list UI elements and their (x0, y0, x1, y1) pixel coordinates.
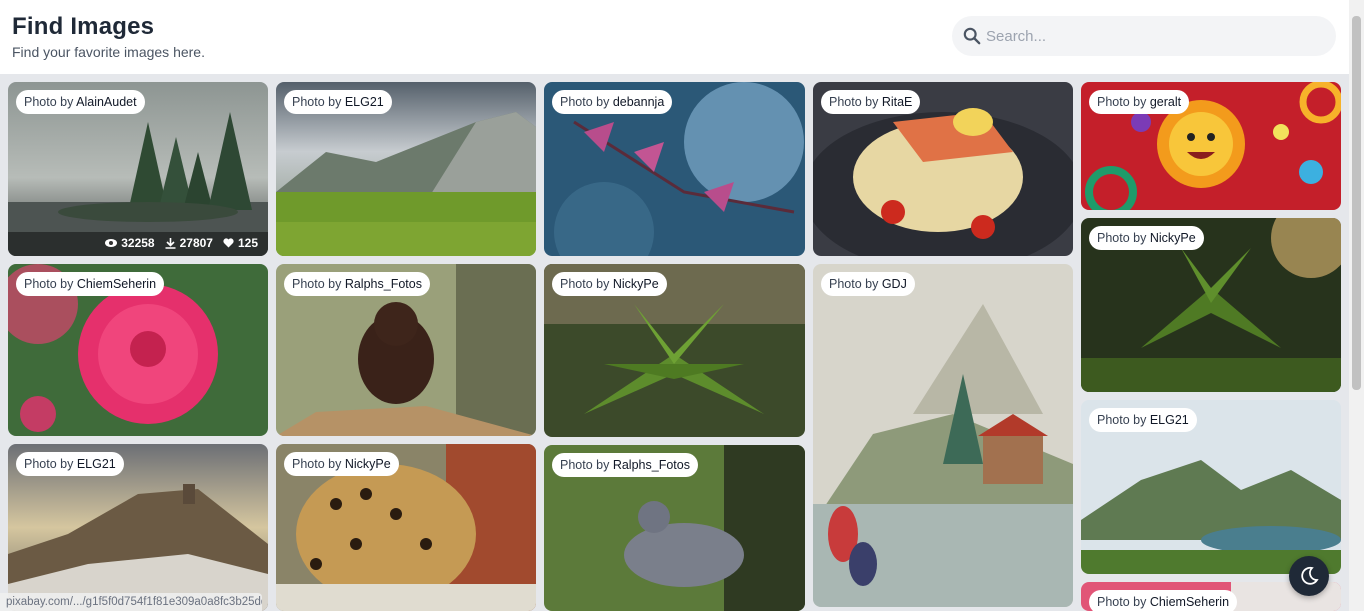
photo-credit-badge: Photo by Ralphs_Fotos (552, 453, 698, 477)
photo-author: ELG21 (344, 95, 384, 109)
eye-icon (105, 239, 118, 247)
photo-author: geralt (1149, 95, 1182, 109)
image-card[interactable]: Photo by AlainAudet 32258 27807 125 (8, 82, 268, 256)
page-header: Find Images Find your favorite images he… (0, 0, 1349, 74)
photo-credit-badge: Photo by ChiemSeherin (16, 272, 165, 296)
photo-credit-badge: Photo by NickyPe (552, 272, 667, 296)
theme-toggle-button[interactable] (1289, 556, 1329, 596)
photo-author: GDJ (881, 277, 907, 291)
image-card[interactable]: Photo by ChiemSeherin (8, 264, 268, 436)
search-icon (962, 26, 982, 46)
image-stats: 32258 27807 125 (105, 236, 258, 250)
downloads-stat: 27807 (165, 236, 213, 250)
photo-credit-badge: Photo by geralt (1089, 90, 1190, 114)
photo-credit-badge: Photo by ELG21 (16, 452, 124, 476)
photo-author: ELG21 (76, 457, 116, 471)
download-icon (165, 237, 176, 249)
photo-author: ChiemSeherin (1149, 595, 1230, 609)
photo-author: ELG21 (1149, 413, 1189, 427)
scrollbar-thumb[interactable] (1352, 16, 1361, 390)
page-subtitle: Find your favorite images here. (12, 44, 205, 60)
photo-author: Ralphs_Fotos (612, 458, 690, 472)
image-card[interactable]: Photo by GDJ (813, 264, 1073, 607)
photo-author: RitaE (881, 95, 913, 109)
photo-author: NickyPe (344, 457, 391, 471)
photo-credit-badge: Photo by GDJ (821, 272, 915, 296)
image-card[interactable]: Photo by ELG21 (8, 444, 268, 611)
photo-painted-landscape (813, 264, 1073, 607)
page-scrollbar[interactable] (1349, 0, 1364, 611)
image-card[interactable]: Photo by NickyPe (276, 444, 536, 611)
photo-credit-badge: Photo by AlainAudet (16, 90, 145, 114)
moon-icon (1301, 566, 1319, 585)
photo-author: NickyPe (1149, 231, 1196, 245)
image-card[interactable]: Photo by ELG21 (1081, 400, 1341, 574)
image-card[interactable]: Photo by ELG21 (276, 82, 536, 256)
photo-author: AlainAudet (76, 95, 137, 109)
image-card[interactable]: Photo by RitaE (813, 82, 1073, 256)
photo-credit-badge: Photo by RitaE (821, 90, 921, 114)
photo-credit-badge: Photo by Ralphs_Fotos (284, 272, 430, 296)
photo-author: Ralphs_Fotos (344, 277, 422, 291)
image-card[interactable]: Photo by Ralphs_Fotos (276, 264, 536, 436)
photo-credit-badge: Photo by ChiemSeherin (1089, 590, 1238, 611)
photo-author: debannja (612, 95, 665, 109)
photo-credit-badge: Photo by NickyPe (1089, 226, 1204, 250)
photo-credit-badge: Photo by ELG21 (284, 90, 392, 114)
views-stat: 32258 (105, 236, 155, 250)
image-card[interactable]: Photo by NickyPe (1081, 218, 1341, 392)
photo-credit-badge: Photo by NickyPe (284, 452, 399, 476)
likes-stat: 125 (223, 236, 258, 250)
image-card[interactable]: Photo by debannja (544, 82, 805, 256)
heart-icon (223, 238, 234, 248)
image-card[interactable]: Photo by geralt (1081, 82, 1341, 210)
page-title: Find Images (12, 13, 155, 40)
image-card[interactable]: Photo by NickyPe (544, 264, 805, 437)
photo-author: NickyPe (612, 277, 659, 291)
photo-credit-badge: Photo by ELG21 (1089, 408, 1197, 432)
search-input[interactable] (986, 27, 1316, 45)
search-bar[interactable] (952, 16, 1336, 56)
photo-author: ChiemSeherin (76, 277, 157, 291)
status-bar-url: pixabay.com/.../g1f5f0d754f1f81e309a0a8f… (0, 593, 262, 611)
photo-credit-badge: Photo by debannja (552, 90, 673, 114)
image-card[interactable]: Photo by Ralphs_Fotos (544, 445, 805, 611)
